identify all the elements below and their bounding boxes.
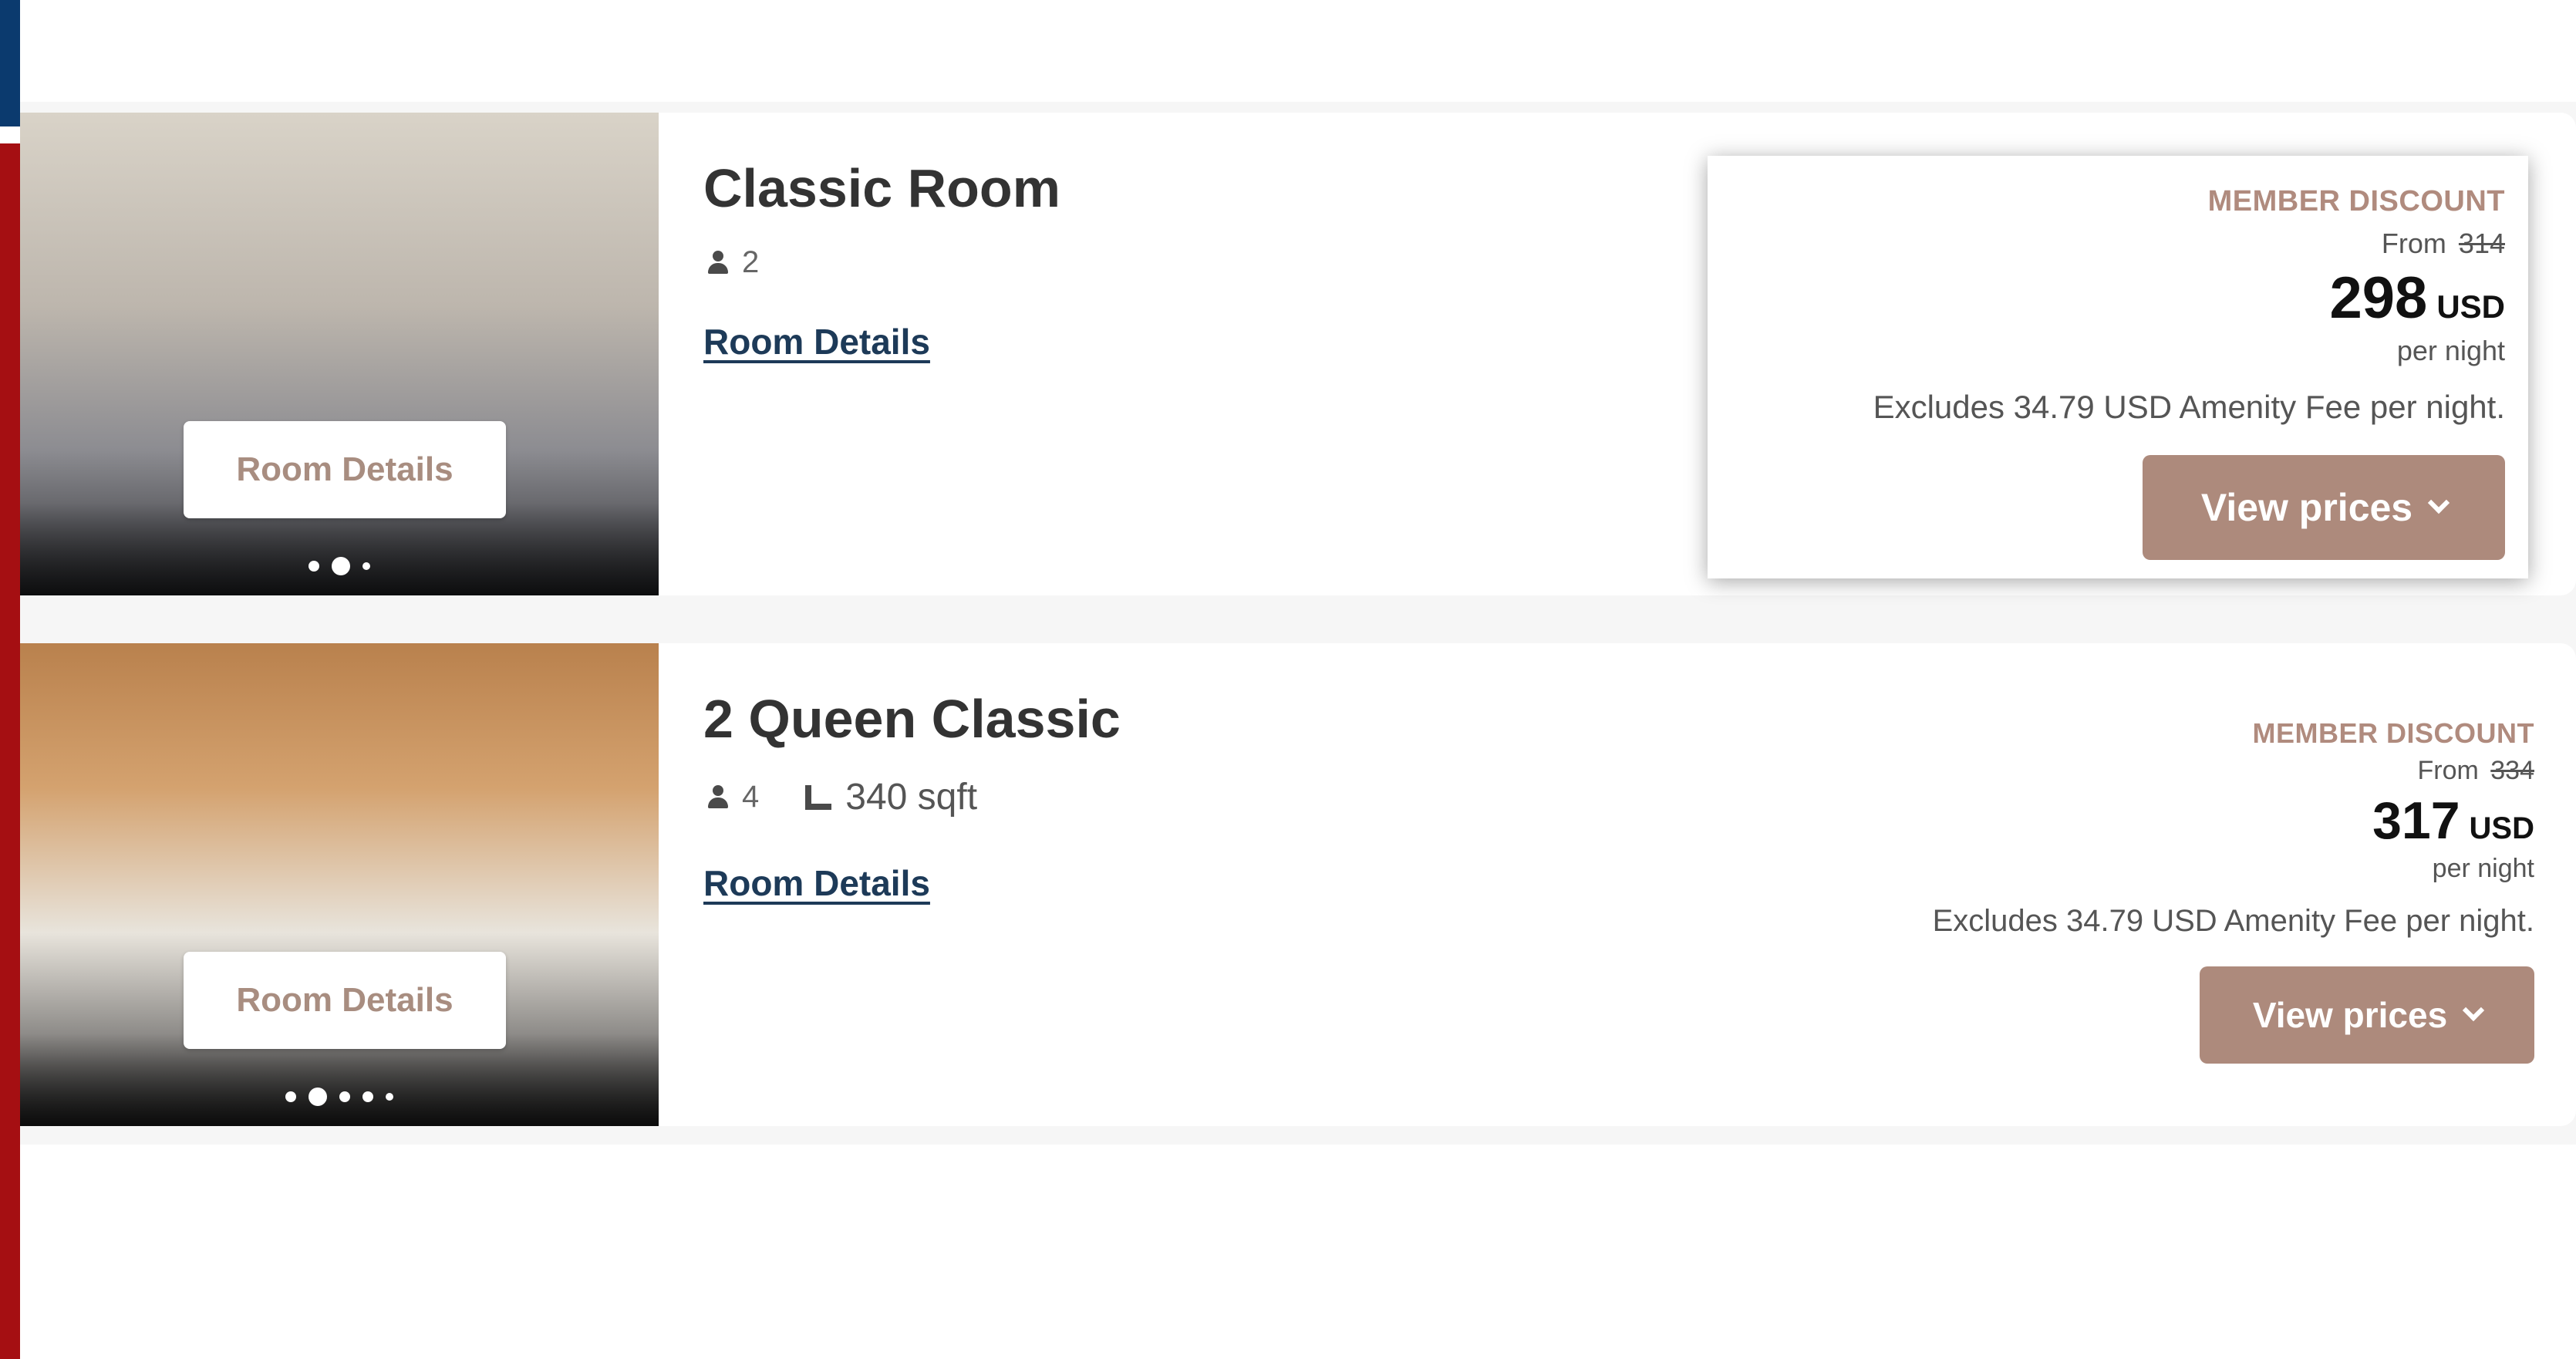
price-currency: USD bbox=[2469, 811, 2534, 845]
guest-count: 2 bbox=[742, 245, 760, 279]
room-meta: 2 bbox=[706, 245, 759, 280]
per-night-label: per night bbox=[2396, 335, 2505, 366]
carousel-dot[interactable] bbox=[339, 1091, 350, 1102]
photo-room-details-button[interactable]: Room Details bbox=[184, 421, 506, 518]
amenity-fee-note: Excludes 34.79 USD Amenity Fee per night… bbox=[1932, 904, 2534, 938]
person-icon bbox=[706, 249, 730, 277]
nightly-price: 317 USD bbox=[1755, 791, 2534, 851]
photo-room-details-button[interactable]: Room Details bbox=[184, 952, 506, 1049]
view-prices-button[interactable]: View prices bbox=[2143, 455, 2505, 560]
carousel-dot[interactable] bbox=[285, 1091, 296, 1102]
price-amount: 298 bbox=[2329, 265, 2428, 331]
room-photo-carousel[interactable]: Room Details bbox=[20, 113, 659, 595]
carousel-dot[interactable] bbox=[362, 1091, 373, 1102]
price-currency: USD bbox=[2436, 288, 2505, 325]
chevron-down-icon bbox=[2427, 491, 2450, 514]
amenity-fee-note: Excludes 34.79 USD Amenity Fee per night… bbox=[1873, 389, 2505, 425]
view-prices-label: View prices bbox=[2252, 995, 2448, 1035]
room-card-2-queen-classic: Room Details 2 Queen Classic 4 340 sqft … bbox=[20, 643, 2576, 1126]
per-night-label: per night bbox=[2432, 854, 2534, 883]
carousel-dots bbox=[20, 557, 659, 575]
view-prices-label: View prices bbox=[2200, 486, 2413, 529]
chevron-down-icon bbox=[2463, 999, 2485, 1022]
person-icon bbox=[706, 784, 730, 811]
original-price: 314 bbox=[2458, 228, 2505, 259]
carousel-dot[interactable] bbox=[362, 562, 370, 570]
brand-stripe-blue bbox=[0, 0, 20, 126]
member-discount-label: MEMBER DISCOUNT bbox=[2252, 717, 2534, 749]
member-discount-label: MEMBER DISCOUNT bbox=[2207, 185, 2505, 218]
room-title: 2 Queen Classic bbox=[703, 689, 1121, 749]
room-meta: 4 340 sqft bbox=[706, 776, 977, 818]
nightly-price: 298 USD bbox=[1708, 265, 2506, 332]
guest-count: 4 bbox=[742, 780, 760, 814]
from-price: From 314 bbox=[1708, 228, 2505, 260]
original-price: 334 bbox=[2490, 756, 2534, 785]
room-title: Classic Room bbox=[703, 158, 1060, 218]
carousel-dots bbox=[20, 1088, 659, 1106]
carousel-dot[interactable] bbox=[309, 561, 319, 572]
price-panel: MEMBER DISCOUNT From 314 298 USD per nigh… bbox=[1708, 156, 2528, 578]
carousel-dot-active[interactable] bbox=[332, 557, 350, 575]
room-details-link[interactable]: Room Details bbox=[703, 862, 930, 904]
from-price: From 334 bbox=[1755, 756, 2534, 786]
from-label: From bbox=[2381, 228, 2446, 259]
room-photo-carousel[interactable]: Room Details bbox=[20, 643, 659, 1126]
room-details-link[interactable]: Room Details bbox=[703, 321, 930, 363]
floor-area-icon bbox=[802, 784, 833, 811]
from-label: From bbox=[2417, 756, 2479, 785]
room-card-classic-room: Room Details Classic Room 2 Room Details… bbox=[20, 113, 2576, 595]
brand-stripe-red bbox=[0, 143, 20, 1359]
price-amount: 317 bbox=[2372, 791, 2460, 850]
view-prices-button[interactable]: View prices bbox=[2200, 966, 2534, 1064]
price-panel: MEMBER DISCOUNT From 334 317 USD per nigh… bbox=[1755, 717, 2534, 1064]
room-size: 340 sqft bbox=[845, 777, 978, 818]
carousel-dot[interactable] bbox=[386, 1093, 393, 1101]
carousel-dot-active[interactable] bbox=[309, 1088, 327, 1106]
